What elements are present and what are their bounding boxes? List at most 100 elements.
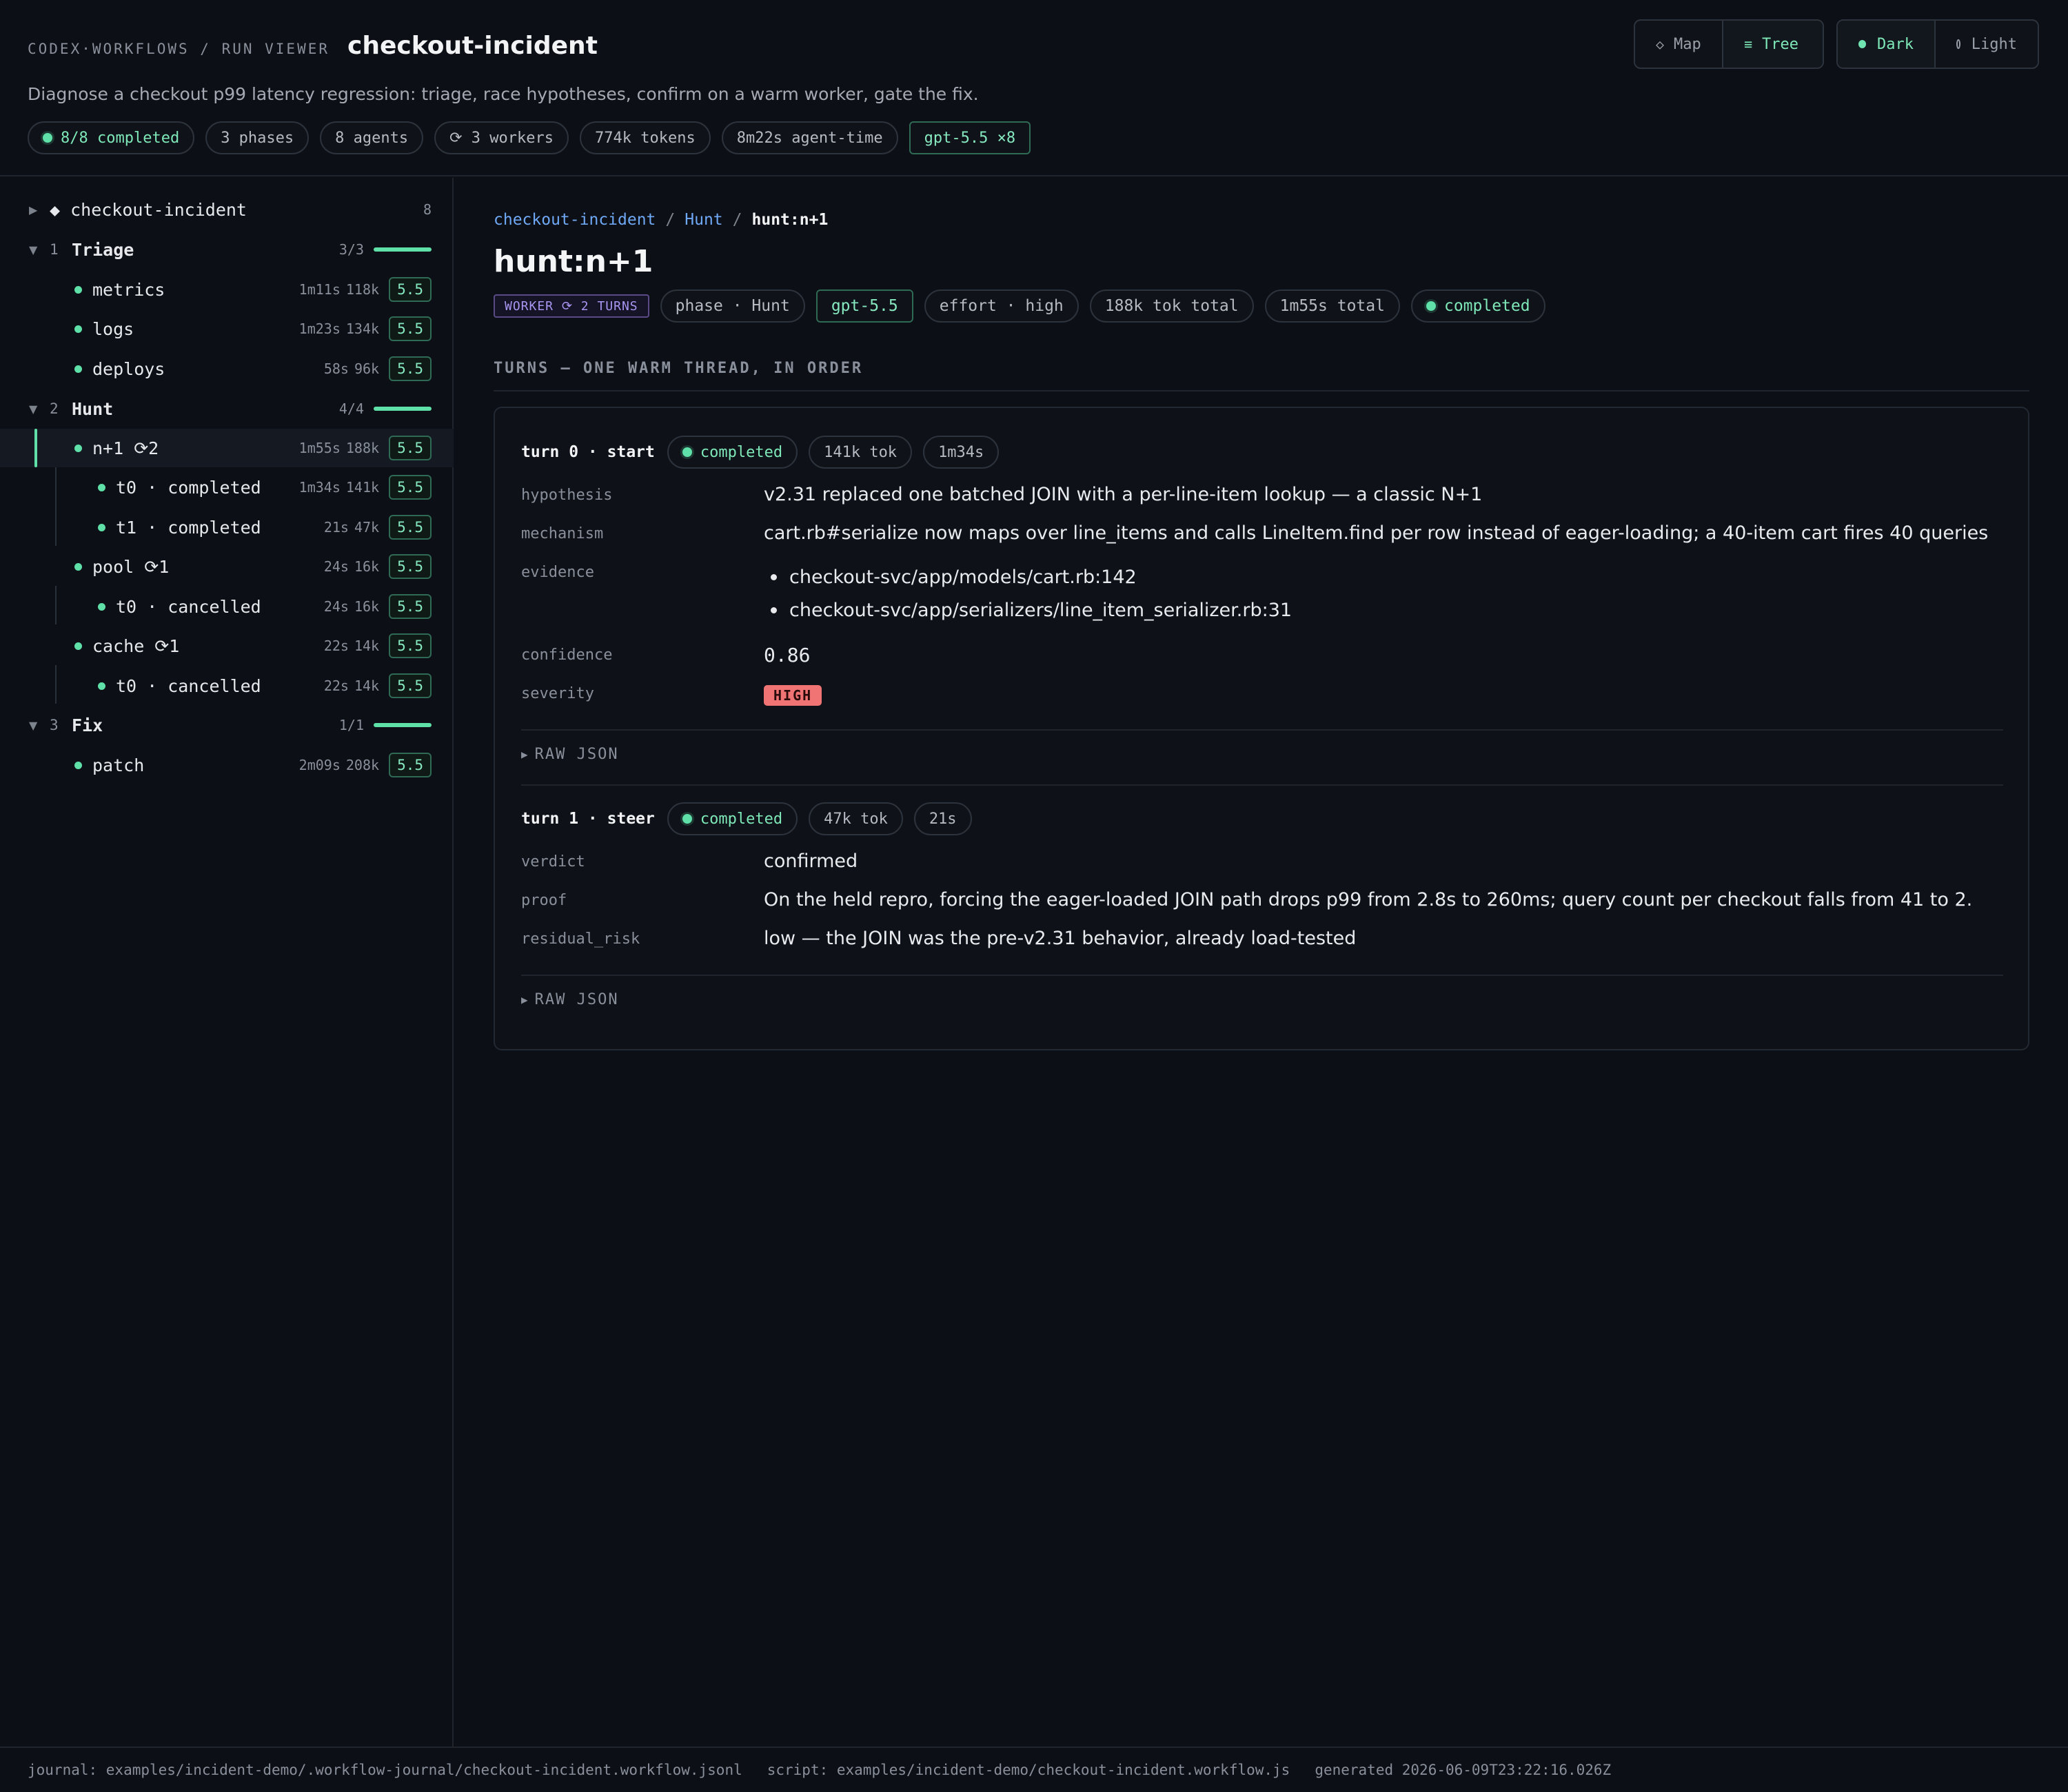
turn-time-chip: 1m34s	[923, 436, 1000, 469]
tokens-chip: 774k tokens	[580, 121, 711, 154]
severity-badge: HIGH	[764, 685, 822, 706]
turn-label: t0 · completed	[116, 477, 261, 498]
agent-row-pool[interactable]: pool ⟳1 24s 16k 5.5	[0, 547, 454, 586]
raw-json-toggle[interactable]: ▶ RAW JSON	[521, 746, 619, 763]
agent-row-patch[interactable]: patch 2m09s 208k 5.5	[0, 746, 454, 784]
tree-view-button[interactable]: ≡ Tree	[1722, 21, 1823, 68]
hypothesis-value: v2.31 replaced one batched JOIN with a p…	[764, 484, 1483, 505]
breadcrumb-separator: /	[665, 211, 676, 229]
divider	[494, 390, 2029, 391]
status-dot-icon	[98, 483, 105, 491]
turn-time-chip: 21s	[913, 802, 972, 835]
model-badge: 5.5	[389, 277, 432, 302]
model-chip: gpt-5.5	[815, 289, 913, 323]
status-dot-icon	[682, 814, 692, 824]
status-chip: completed	[1410, 289, 1545, 323]
tokens-chip: 188k tok total	[1089, 289, 1254, 323]
model-badge: 5.5	[389, 436, 432, 460]
status-dot-icon	[74, 285, 82, 294]
turn-status-chip: completed	[667, 802, 798, 835]
workers-chip: ⟳ 3 workers	[434, 121, 569, 154]
turn-header: turn 0 · start completed 141k tok 1m34s	[521, 436, 1000, 469]
status-dot-icon	[74, 325, 82, 333]
turn-title: turn 0 · start	[521, 443, 655, 461]
app-breadcrumb: CODEX·WORKFLOWS / RUN VIEWER checkout-in…	[28, 32, 598, 60]
completed-chip: 8/8 completed	[28, 121, 195, 154]
phase-progress: 3/3	[338, 241, 364, 258]
evidence-item: checkout-svc/app/models/cart.rb:142	[771, 567, 1137, 588]
phase-number: 1	[50, 241, 59, 258]
mechanism-value: cart.rb#serialize now maps over line_ite…	[764, 522, 1989, 544]
agent-label: deploys	[92, 358, 165, 379]
agent-label: patch	[92, 755, 145, 775]
phase-row-triage[interactable]: ▼ 1 Triage 3/3	[0, 230, 454, 269]
caret-right-icon: ▶	[521, 748, 529, 761]
breadcrumb-current: hunt:n+1	[751, 211, 829, 229]
app-kicker: CODEX·WORKFLOWS / RUN VIEWER	[28, 41, 330, 57]
turn-time: 1m34s	[298, 479, 341, 496]
agents-chip: 8 agents	[320, 121, 424, 154]
turn-time: 24s	[323, 598, 349, 615]
agent-row-deploys[interactable]: deploys 58s 96k 5.5	[0, 349, 454, 388]
agent-time: 1m55s	[298, 440, 341, 456]
phase-name: Hunt	[72, 398, 114, 419]
map-view-button[interactable]: ◇ Map	[1635, 21, 1722, 68]
light-theme-button[interactable]: Light	[1934, 21, 2038, 68]
agent-meta-chips: WORKER ⟳ 2 TURNS phase · Hunt gpt-5.5 ef…	[494, 289, 1545, 323]
model-badge: 5.5	[389, 753, 432, 777]
agent-row-cache[interactable]: cache ⟳1 22s 14k 5.5	[0, 627, 454, 665]
field-key: severity	[521, 685, 594, 702]
agent-tokens: 14k	[354, 638, 380, 654]
status-dot-icon	[1426, 301, 1436, 311]
dot-filled-icon	[1858, 40, 1867, 48]
breadcrumb-run-link[interactable]: checkout-incident	[494, 211, 656, 229]
tree-root-count: 8	[423, 201, 432, 218]
turn-tokens: 47k	[354, 519, 380, 536]
phase-row-hunt[interactable]: ▼ 2 Hunt 4/4	[0, 389, 454, 428]
model-badge: 5.5	[389, 515, 432, 540]
model-badge: 5.5	[389, 633, 432, 658]
turn-row[interactable]: t0 · cancelled 22s 14k 5.5	[0, 666, 454, 705]
model-badge: 5.5	[389, 673, 432, 698]
turn-tokens-chip: 47k tok	[809, 802, 903, 835]
generated-timestamp: generated 2026-06-09T23:22:16.026Z	[1315, 1762, 1612, 1778]
agent-time: 22s	[323, 638, 349, 654]
tree-root[interactable]: ▶ ◆ checkout-incident 8	[0, 190, 454, 229]
turn-row[interactable]: t1 · completed 21s 47k 5.5	[0, 508, 454, 547]
status-dot-icon	[74, 365, 82, 373]
agent-label: logs	[92, 318, 134, 339]
turn-divider	[521, 784, 2003, 786]
bullet-icon	[771, 607, 777, 613]
turn-label: t0 · cancelled	[116, 675, 261, 696]
turn-tokens: 141k	[345, 479, 380, 496]
agent-row-n-plus-1[interactable]: n+1 ⟳2 1m55s 188k 5.5	[0, 429, 454, 467]
run-summary-chips: 8/8 completed 3 phases 8 agents ⟳ 3 work…	[28, 121, 1031, 154]
journal-path: journal: examples/incident-demo/.workflo…	[28, 1762, 742, 1778]
turn-label: t0 · cancelled	[116, 596, 261, 617]
breadcrumb-phase-link[interactable]: Hunt	[685, 211, 722, 229]
status-dot-icon	[74, 642, 82, 650]
agent-row-logs[interactable]: logs 1m23s 134k 5.5	[0, 309, 454, 348]
bullet-icon	[771, 574, 777, 580]
turn-row[interactable]: t0 · completed 1m34s 141k 5.5	[0, 468, 454, 507]
turn-label: t1 · completed	[116, 517, 261, 538]
run-tree-sidebar: ▶ ◆ checkout-incident 8 ▼ 1 Triage 3/3 m…	[0, 178, 454, 1747]
field-key: confidence	[521, 646, 613, 664]
raw-json-toggle[interactable]: ▶ RAW JSON	[521, 991, 619, 1008]
agent-tokens: 188k	[345, 440, 380, 456]
agent-label: cache ⟳1	[92, 635, 180, 656]
verdict-value: confirmed	[764, 851, 858, 872]
status-dot-icon	[98, 682, 105, 690]
time-chip: 1m55s total	[1264, 289, 1400, 323]
status-dot-icon	[74, 562, 82, 571]
turn-status-chip: completed	[667, 436, 798, 469]
phase-row-fix[interactable]: ▼ 3 Fix 1/1	[0, 706, 454, 744]
agent-row-metrics[interactable]: metrics 1m11s 118k 5.5	[0, 270, 454, 309]
model-badge: 5.5	[389, 554, 432, 579]
residual-risk-value: low — the JOIN was the pre-v2.31 behavio…	[764, 928, 1357, 949]
turn-row[interactable]: t0 · cancelled 24s 16k 5.5	[0, 587, 454, 626]
dark-theme-button[interactable]: Dark	[1838, 21, 1934, 68]
turns-card: turn 0 · start completed 141k tok 1m34s …	[494, 407, 2029, 1050]
model-badge: 5.5	[389, 475, 432, 500]
agent-title: hunt:n+1	[494, 244, 653, 279]
